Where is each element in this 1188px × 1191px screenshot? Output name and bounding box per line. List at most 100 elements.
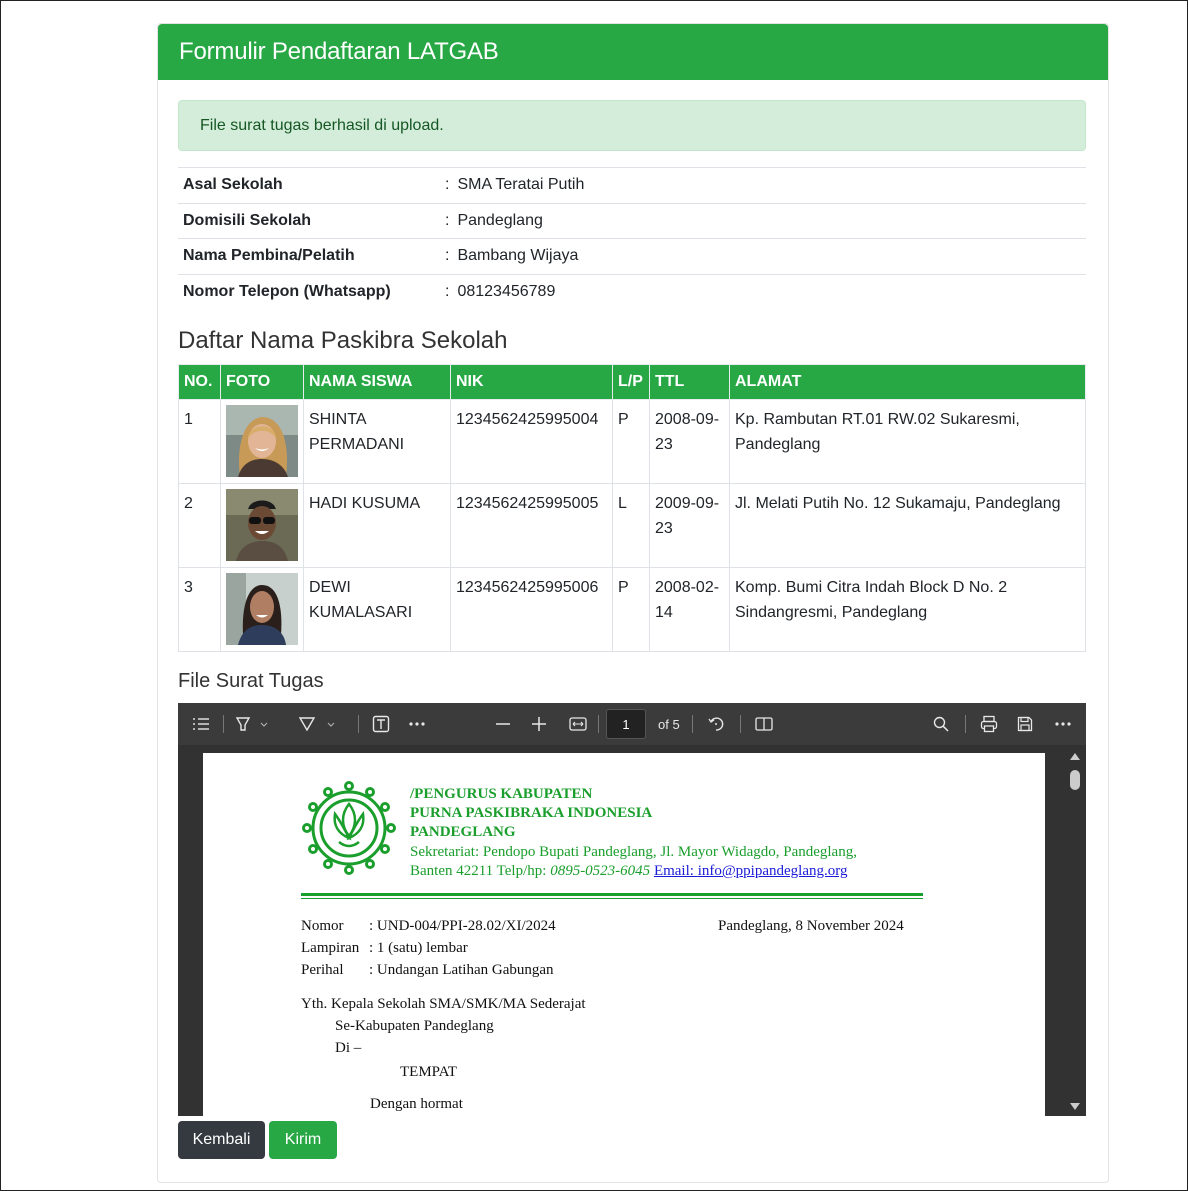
fit-page-icon[interactable] (566, 703, 590, 745)
info-value: :08123456789 (440, 273, 1086, 309)
page-count: of 5 (658, 716, 680, 732)
success-alert: File surat tugas berhasil di upload. (178, 100, 1086, 151)
place-date: Pandeglang, 8 November 2024 (718, 918, 904, 934)
cell-address: Jl. Melati Putih No. 12 Sukamaju, Pandeg… (729, 483, 1086, 568)
info-colon: : (445, 176, 450, 194)
phone-number: 0895-0523-6045 (550, 863, 651, 879)
pdf-viewer[interactable]: 1 of 5 /PENGURUS KABUPATEN PURNA PASKIBR… (178, 703, 1086, 1116)
info-value: : Pandeglang (440, 202, 1086, 239)
registration-card: Formulir Pendaftaran LATGAB File surat t… (157, 23, 1109, 1183)
col-header-address: ALAMAT (729, 364, 1086, 400)
lampiran-value: : 1 (satu) lembar (369, 940, 468, 956)
more-icon[interactable] (406, 703, 428, 745)
rotate-icon[interactable] (704, 703, 728, 745)
col-header-gender: L/P (612, 364, 650, 400)
back-button[interactable]: Kembali (178, 1121, 265, 1159)
info-value-text: Pandeglang (457, 211, 543, 229)
highlight-icon[interactable] (233, 703, 273, 745)
cell-ttl: 2009-09-23 (649, 483, 730, 568)
cell-ttl: 2008-02-14 (649, 567, 730, 652)
cell-nik: 1234562425995006 (450, 567, 613, 652)
col-header-nik: NIK (450, 364, 613, 400)
org-line-3: PANDEGLANG (410, 824, 516, 840)
info-row: Nama Pembina/Pelatih : Bambang Wijaya (178, 238, 1086, 274)
greeting: Dengan hormat (370, 1096, 463, 1112)
zoom-out-icon[interactable] (492, 703, 514, 745)
cell-photo (220, 483, 304, 568)
toolbar-divider (223, 715, 224, 733)
more-menu-icon[interactable] (1052, 703, 1074, 745)
cell-name: HADI KUSUMA (303, 483, 451, 568)
ppi-logo (302, 781, 396, 875)
alert-message: File surat tugas berhasil di upload. (200, 116, 444, 134)
file-section-title: File Surat Tugas (178, 670, 324, 692)
page-number-input[interactable]: 1 (606, 709, 646, 739)
pdf-scrollbar[interactable] (1064, 745, 1086, 1116)
cell-gender: P (612, 567, 650, 652)
table-row: 1 SHINTA PERMADANI 1234562425995004 P 20… (178, 399, 1086, 484)
two-page-icon[interactable] (752, 703, 776, 745)
info-label: Asal Sekolah (178, 167, 440, 203)
text-icon[interactable] (370, 703, 392, 745)
zoom-in-icon[interactable] (528, 703, 550, 745)
draw-icon[interactable] (296, 703, 340, 745)
address-line-1: Sekretariat: Pendopo Bupati Pandeglang, … (410, 844, 857, 860)
email-label[interactable]: Email: (654, 863, 698, 879)
email-link[interactable]: info@ppipandeglang.org (698, 863, 848, 879)
info-row: Nomor Telepon (Whatsapp) :08123456789 (178, 273, 1086, 309)
info-value: : SMA Teratai Putih (440, 167, 1086, 203)
perihal-value: : Undangan Latihan Gabungan (369, 962, 554, 978)
scroll-thumb[interactable] (1070, 770, 1080, 790)
info-label: Domisili Sekolah (178, 202, 440, 239)
info-value: : Bambang Wijaya (440, 238, 1086, 274)
cell-gender: P (612, 399, 650, 484)
pdf-toolbar: 1 of 5 (178, 703, 1086, 745)
search-icon[interactable] (930, 703, 952, 745)
cell-address: Kp. Rambutan RT.01 RW.02 Sukaresmi, Pand… (729, 399, 1086, 484)
scroll-up-icon[interactable] (1070, 753, 1080, 760)
letterhead-rule (301, 893, 923, 896)
student-photo (226, 573, 298, 645)
toolbar-divider (692, 715, 693, 733)
perihal-label: Perihal (301, 962, 344, 978)
cell-name: SHINTA PERMADANI (303, 399, 451, 484)
contents-icon[interactable] (190, 703, 212, 745)
toolbar-divider (965, 715, 966, 733)
table-row: 2 HADI KUSUMA 1234562425995005 L 2009-09… (178, 483, 1086, 568)
cell-photo (220, 399, 304, 484)
info-colon: : (445, 282, 450, 300)
col-header-name: NAMA SISWA (303, 364, 451, 400)
lampiran-label: Lampiran (301, 940, 360, 956)
address-line-2: Banten 42211 Telp/hp: 0895-0523-6045 Ema… (410, 862, 857, 881)
info-colon: : (445, 211, 450, 229)
col-header-ttl: TTL (649, 364, 730, 400)
recipient-di: Di – (335, 1040, 362, 1056)
student-photo (226, 405, 298, 477)
card-header: Formulir Pendaftaran LATGAB (158, 24, 1108, 80)
submit-button[interactable]: Kirim (269, 1121, 337, 1159)
info-value-text: 08123456789 (457, 282, 556, 300)
recipient-line: Yth. Kepala Sekolah SMA/SMK/MA Sederajat (301, 996, 586, 1012)
address-text: Banten 42211 Telp/hp: (410, 863, 551, 879)
school-info-table: Asal Sekolah : SMA Teratai Putih Domisili… (178, 167, 1086, 309)
cell-no: 3 (178, 567, 221, 652)
toolbar-divider (358, 715, 359, 733)
print-icon[interactable] (977, 703, 1001, 745)
info-value-text: Bambang Wijaya (457, 247, 579, 265)
table-row: 3 DEWI KUMALASARI 1234562425995006 P 200… (178, 567, 1086, 652)
toolbar-divider (740, 715, 741, 733)
col-header-photo: FOTO (220, 364, 304, 400)
toolbar-divider (598, 715, 599, 733)
info-label: Nomor Telepon (Whatsapp) (178, 273, 440, 309)
cell-nik: 1234562425995005 (450, 483, 613, 568)
save-icon[interactable] (1014, 703, 1036, 745)
recipient-region: Se-Kabupaten Pandeglang (335, 1018, 494, 1034)
pdf-page: /PENGURUS KABUPATEN PURNA PASKIBRAKA IND… (203, 753, 1045, 1116)
page-number: 1 (622, 716, 630, 732)
students-table: NO. FOTO NAMA SISWA NIK L/P TTL ALAMAT 1 (178, 364, 1086, 652)
col-header-no: NO. (178, 364, 221, 400)
scroll-down-icon[interactable] (1070, 1103, 1080, 1110)
recipient-place: TEMPAT (400, 1064, 457, 1080)
cell-ttl: 2008-09-23 (649, 399, 730, 484)
card-body: File surat tugas berhasil di upload. Asa… (178, 100, 1086, 1116)
